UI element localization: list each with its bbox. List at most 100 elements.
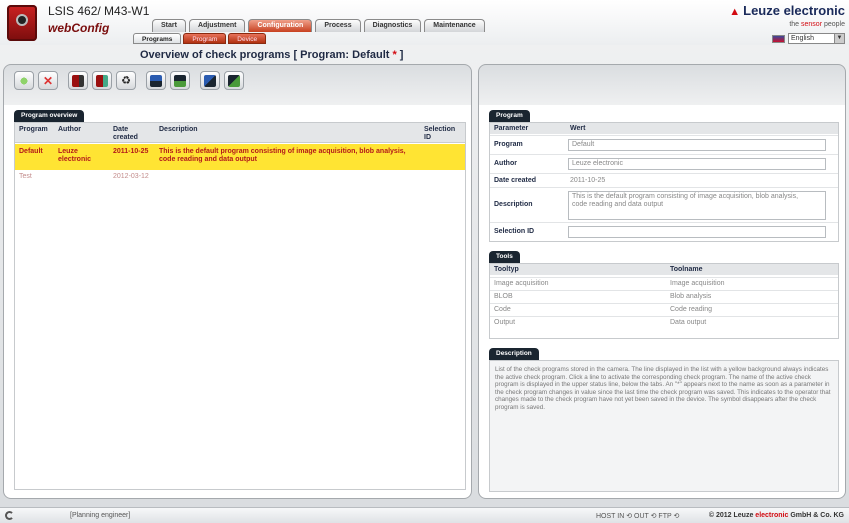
program-name-field[interactable]: Default (568, 139, 826, 151)
refresh-icon[interactable] (5, 511, 14, 520)
cell-program: Default (19, 148, 43, 155)
tool-type: Output (494, 319, 516, 326)
tool-type: Code (494, 306, 511, 313)
tool-type: Image acquisition (494, 280, 549, 287)
export-button[interactable] (224, 71, 244, 90)
header: LSIS 462/ M43-W1 webConfig ▲ Leuze electr… (0, 0, 849, 45)
tab-configuration[interactable]: Configuration (248, 19, 313, 32)
tools-header: Tooltyp Toolname (490, 264, 838, 275)
author-label: Author (494, 160, 517, 167)
selection-id-field[interactable] (568, 226, 826, 238)
copyright: © 2012 Leuze electronic GmbH & Co. KG (709, 512, 844, 519)
date-label: Date created (494, 177, 537, 184)
description-field[interactable]: This is the default program consisting o… (568, 191, 826, 220)
copyright-suffix: GmbH & Co. KG (788, 512, 844, 519)
save-to-device-button[interactable] (68, 71, 88, 90)
selection-id-label: Selection ID (494, 228, 535, 235)
download-button[interactable] (170, 71, 190, 90)
toolbar: ✕ ♻ (14, 71, 244, 90)
delete-icon: ✕ (42, 73, 54, 88)
recycle-button[interactable]: ♻ (116, 71, 136, 90)
main-tabs: Start Adjustment Configuration Process D… (152, 19, 485, 32)
copyright-prefix: © 2012 Leuze (708, 512, 756, 519)
language-select[interactable]: English ▼ (788, 33, 845, 44)
table-header: Program Author Date created Description … (15, 123, 465, 143)
add-icon (18, 74, 30, 87)
description-text: List of the check programs stored in the… (495, 366, 831, 411)
tool-row[interactable]: Image acquisition Image acquisition (490, 277, 838, 289)
tool-name: Image acquisition (670, 280, 725, 287)
upload-button[interactable] (146, 71, 166, 90)
language-value: English (791, 35, 814, 42)
col-value: Wert (570, 125, 586, 132)
subtab-program[interactable]: Program (183, 33, 227, 44)
date-row: Date created 2011-10-25 (490, 173, 838, 187)
tool-row[interactable]: Output Data output (490, 316, 838, 328)
col-author[interactable]: Author (58, 126, 81, 133)
copyright-red: electronic (755, 512, 789, 519)
import-icon (204, 74, 216, 87)
date-value: 2011-10-25 (570, 177, 606, 184)
tab-adjustment[interactable]: Adjustment (188, 19, 246, 32)
delete-button[interactable]: ✕ (38, 71, 58, 90)
program-row: Program Default (490, 135, 838, 154)
tool-type: BLOB (494, 293, 513, 300)
add-button[interactable] (14, 71, 34, 90)
brand-logo: ▲ Leuze electronic (729, 3, 845, 18)
flag-icon (772, 34, 785, 43)
brand-triangle-icon: ▲ (729, 6, 741, 18)
slogan: the sensor people (789, 21, 845, 28)
tab-diagnostics[interactable]: Diagnostics (363, 19, 422, 32)
tab-start[interactable]: Start (152, 19, 186, 32)
language-selector[interactable]: English ▼ (772, 33, 845, 44)
col-parameter: Parameter (494, 125, 529, 132)
app-window: LSIS 462/ M43-W1 webConfig ▲ Leuze electr… (0, 0, 849, 523)
page-title-text: Overview of check programs [ Program: De… (140, 49, 393, 61)
slogan-suffix: people (822, 21, 845, 28)
import-button[interactable] (200, 71, 220, 90)
cell-description: This is the default program consisting o… (159, 148, 406, 163)
col-tooltyp: Tooltyp (494, 266, 519, 273)
camera-logo-icon (7, 5, 37, 41)
table-row[interactable]: Test 2012-03-12 (15, 171, 465, 183)
load-from-device-button[interactable] (92, 71, 112, 90)
program-section-header: Program (489, 110, 530, 122)
recycle-icon: ♻ (121, 74, 131, 87)
user-role: [Planning engineer] (70, 512, 131, 519)
cell-program: Test (19, 173, 32, 180)
connection-status: HOST IN ⟲ OUT ⟲ FTP ⟲ (596, 513, 680, 520)
author-field[interactable]: Leuze electronic (568, 158, 826, 170)
program-details: Parameter Wert Program Default Author Le… (489, 122, 839, 242)
subtab-device[interactable]: Device (228, 33, 267, 44)
cell-date: 2012-03-12 (113, 173, 149, 180)
status-bar: [Planning engineer] HOST IN ⟲ OUT ⟲ FTP … (0, 507, 849, 523)
left-panel: ✕ ♻ Program overview Program Author Date… (3, 64, 472, 499)
tool-row[interactable]: Code Code reading (490, 303, 838, 315)
col-description[interactable]: Description (159, 126, 198, 133)
program-overview-header: Program overview (14, 110, 85, 122)
col-program[interactable]: Program (19, 126, 48, 133)
webconfig-logo: webConfig (48, 21, 110, 35)
export-icon (228, 74, 240, 87)
right-panel: Program Parameter Wert Program Default A… (478, 64, 846, 499)
sub-tabs: Programs Program Device (133, 33, 267, 44)
description-label: Description (494, 201, 533, 208)
cell-author: Leuze electronic (58, 148, 92, 163)
author-row: Author Leuze electronic (490, 154, 838, 173)
download-icon (174, 74, 186, 87)
col-selection-id[interactable]: Selection ID (424, 126, 460, 142)
description-row: Description This is the default program … (490, 187, 838, 222)
tab-process[interactable]: Process (315, 19, 361, 32)
description-section-header: Description (489, 348, 539, 360)
slogan-prefix: the (789, 21, 802, 28)
description-box: List of the check programs stored in the… (489, 360, 839, 492)
col-date-created[interactable]: Date created (113, 126, 147, 142)
chevron-down-icon[interactable]: ▼ (834, 34, 844, 43)
page-title: Overview of check programs [ Program: De… (140, 49, 403, 61)
tab-maintenance[interactable]: Maintenance (424, 19, 485, 32)
selection-id-row: Selection ID (490, 222, 838, 241)
table-row-active[interactable]: Default Leuze electronic 2011-10-25 This… (15, 144, 465, 170)
tool-row[interactable]: BLOB Blob analysis (490, 290, 838, 302)
subtab-programs[interactable]: Programs (133, 33, 182, 44)
program-overview-table: Program Author Date created Description … (14, 122, 466, 490)
